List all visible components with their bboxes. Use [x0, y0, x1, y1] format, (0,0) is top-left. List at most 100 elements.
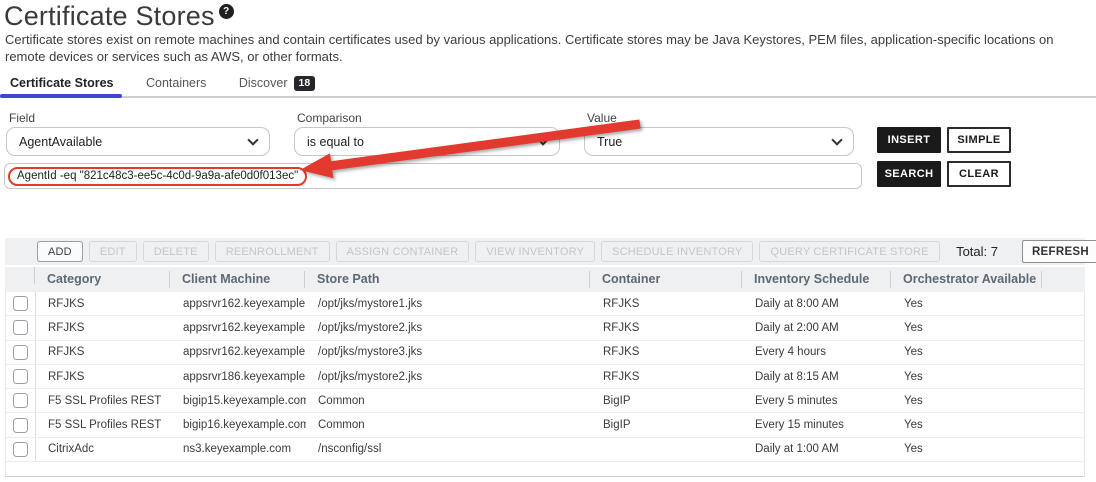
table-row[interactable]: RFJKSappsrvr162.keyexample.com/opt/jks/m…: [6, 316, 1084, 340]
refresh-button[interactable]: REFRESH: [1022, 240, 1096, 263]
table-cell: Every 5 minutes: [743, 395, 892, 407]
table-row[interactable]: RFJKSappsrvr162.keyexample.com/opt/jks/m…: [6, 292, 1084, 316]
comparison-select[interactable]: is equal to: [294, 127, 560, 156]
table-cell: Yes: [892, 322, 1043, 334]
grid-toolbar: ADD EDIT DELETE REENROLLMENT ASSIGN CONT…: [5, 238, 1085, 265]
table-cell: appsrvr162.keyexample.com: [171, 346, 306, 358]
row-checkbox-cell: [6, 389, 36, 412]
table-header-row: Category Client Machine Store Path Conta…: [5, 267, 1085, 292]
table-row[interactable]: F5 SSL Profiles RESTbigip15.keyexample.c…: [6, 389, 1084, 413]
page-header: Certificate Stores ?: [4, 1, 234, 32]
chevron-down-icon: [247, 134, 258, 145]
field-label: Field: [9, 111, 35, 125]
table-cell: RFJKS: [36, 346, 171, 358]
certificate-stores-table: Category Client Machine Store Path Conta…: [5, 267, 1085, 477]
search-button[interactable]: SEARCH: [877, 161, 941, 187]
table-cell: RFJKS: [591, 346, 743, 358]
edit-button: EDIT: [89, 241, 137, 262]
column-header-category[interactable]: Category: [35, 271, 170, 288]
column-header-container[interactable]: Container: [590, 271, 742, 288]
tab-discover[interactable]: Discover18: [239, 76, 315, 91]
row-checkbox[interactable]: [13, 345, 28, 360]
simple-button[interactable]: SIMPLE: [947, 127, 1011, 153]
assign-container-button: ASSIGN CONTAINER: [336, 241, 470, 262]
row-checkbox[interactable]: [13, 393, 28, 408]
certificate-stores-page: Certificate Stores ? Certificate stores …: [0, 0, 1096, 482]
value-select[interactable]: True: [584, 127, 854, 156]
table-cell: bigip16.keyexample.com: [171, 419, 306, 431]
column-header-inventory-schedule[interactable]: Inventory Schedule: [742, 271, 891, 288]
column-header-client-machine[interactable]: Client Machine: [170, 271, 305, 288]
table-cell: RFJKS: [36, 322, 171, 334]
table-row[interactable]: RFJKSappsrvr162.keyexample.com/opt/jks/m…: [6, 341, 1084, 365]
row-checkbox-cell: [6, 341, 36, 364]
table-cell: Yes: [892, 395, 1043, 407]
table-row[interactable]: F5 SSL Profiles RESTbigip16.keyexample.c…: [6, 413, 1084, 437]
table-cell: Every 4 hours: [743, 346, 892, 358]
help-icon[interactable]: ?: [219, 4, 234, 19]
table-cell: appsrvr162.keyexample.com: [171, 298, 306, 310]
table-cell: Yes: [892, 443, 1043, 455]
table-cell: /opt/jks/mystore3.jks: [306, 346, 591, 358]
column-header-store-path[interactable]: Store Path: [305, 271, 590, 288]
view-inventory-button: VIEW INVENTORY: [475, 241, 595, 262]
row-checkbox[interactable]: [13, 442, 28, 457]
table-row[interactable]: RFJKSappsrvr186.keyexample.com/opt/jks/m…: [6, 365, 1084, 389]
table-cell: Yes: [892, 371, 1043, 383]
tab-certificate-stores[interactable]: Certificate Stores: [10, 76, 114, 90]
query-input[interactable]: AgentId -eq "821c48c3-ee5c-4c0d-9a9a-afe…: [4, 163, 862, 189]
clear-button[interactable]: CLEAR: [947, 161, 1011, 187]
table-cell: Daily at 8:15 AM: [743, 371, 892, 383]
table-cell: Every 15 minutes: [743, 419, 892, 431]
schedule-inventory-button: SCHEDULE INVENTORY: [601, 241, 753, 262]
row-checkbox-cell: [6, 365, 36, 388]
add-button[interactable]: ADD: [37, 241, 83, 262]
table-cell: RFJKS: [36, 371, 171, 383]
row-checkbox[interactable]: [13, 369, 28, 384]
table-cell: F5 SSL Profiles REST: [36, 419, 171, 431]
table-cell: /opt/jks/mystore2.jks: [306, 322, 591, 334]
comparison-label: Comparison: [297, 111, 362, 125]
total-count: Total: 7: [956, 244, 998, 259]
query-text: AgentId -eq "821c48c3-ee5c-4c0d-9a9a-afe…: [17, 170, 298, 182]
row-checkbox-cell: [6, 438, 36, 461]
table-cell: Common: [306, 419, 591, 431]
insert-button[interactable]: INSERT: [877, 127, 941, 153]
row-checkbox[interactable]: [13, 320, 28, 335]
tab-containers[interactable]: Containers: [146, 76, 206, 90]
table-cell: BigIP: [591, 395, 743, 407]
table-cell: appsrvr162.keyexample.com: [171, 322, 306, 334]
table-cell: Yes: [892, 419, 1043, 431]
table-cell: /opt/jks/mystore2.jks: [306, 371, 591, 383]
table-footer: [5, 462, 1085, 477]
field-select-value: AgentAvailable: [19, 135, 249, 149]
table-cell: RFJKS: [591, 322, 743, 334]
chevron-down-icon: [537, 134, 548, 145]
table-cell: Yes: [892, 298, 1043, 310]
header-filler: [1042, 271, 1085, 288]
table-cell: ns3.keyexample.com: [171, 443, 306, 455]
delete-button: DELETE: [143, 241, 209, 262]
column-header-orchestrator-available[interactable]: Orchestrator Available: [891, 271, 1042, 288]
tab-bar: Certificate Stores Containers Discover18: [0, 73, 1096, 98]
table-cell: /opt/jks/mystore1.jks: [306, 298, 591, 310]
table-body: RFJKSappsrvr162.keyexample.com/opt/jks/m…: [5, 292, 1085, 462]
active-tab-indicator: [0, 94, 122, 98]
value-select-value: True: [597, 135, 833, 149]
table-cell: appsrvr186.keyexample.com: [171, 371, 306, 383]
row-checkbox-cell: [6, 316, 36, 339]
table-cell: CitrixAdc: [36, 443, 171, 455]
row-checkbox[interactable]: [13, 296, 28, 311]
tab-discover-label: Discover: [239, 76, 288, 90]
row-checkbox-cell: [6, 413, 36, 436]
table-cell: Daily at 1:00 AM: [743, 443, 892, 455]
table-cell: Daily at 8:00 AM: [743, 298, 892, 310]
comparison-select-value: is equal to: [307, 135, 539, 149]
table-cell: BigIP: [591, 419, 743, 431]
reenrollment-button: REENROLLMENT: [215, 241, 330, 262]
table-cell: Yes: [892, 346, 1043, 358]
page-description: Certificate stores exist on remote machi…: [5, 31, 1093, 66]
field-select[interactable]: AgentAvailable: [6, 127, 270, 156]
row-checkbox[interactable]: [13, 418, 28, 433]
table-row[interactable]: CitrixAdcns3.keyexample.com/nsconfig/ssl…: [6, 438, 1084, 462]
